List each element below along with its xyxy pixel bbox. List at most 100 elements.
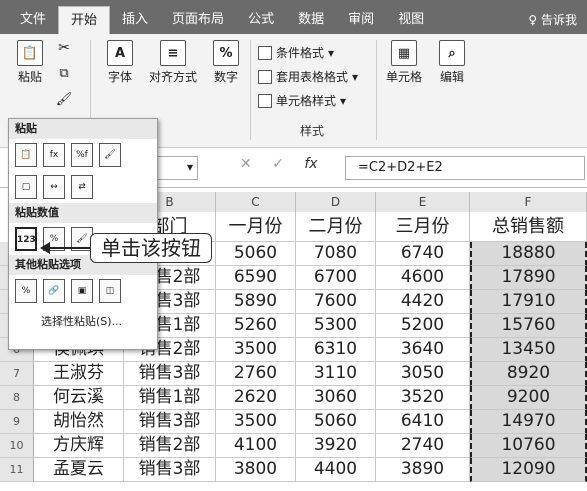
paste-link-icon[interactable]: 🔗 (43, 279, 65, 303)
paste-no-borders-icon[interactable]: ▢ (15, 175, 37, 199)
align-button[interactable]: ≡ 对齐方式 (144, 40, 202, 85)
column-header-e[interactable]: E (376, 192, 470, 212)
table-cell-m3[interactable]: 3520 (376, 386, 470, 410)
number-button[interactable]: % 数字 (206, 40, 246, 85)
table-cell-m3[interactable]: 5200 (376, 314, 470, 338)
table-cell-dept[interactable]: 销售2部 (124, 434, 216, 458)
table-cell-m1[interactable]: 2620 (216, 386, 296, 410)
table-cell-m2[interactable]: 3110 (296, 362, 376, 386)
cell-styles-button[interactable]: 单元格样式 ▾ (258, 92, 346, 109)
paste-icon[interactable]: 📋 (15, 143, 37, 167)
formula-input[interactable]: =C2+D2+E2 (345, 156, 585, 180)
table-cell-m1[interactable]: 5890 (216, 290, 296, 314)
paste-button[interactable]: 📋 粘贴 (10, 40, 50, 85)
table-cell-m1[interactable]: 3500 (216, 410, 296, 434)
cancel-icon[interactable]: ✕ (240, 156, 252, 172)
paste-formulas-number-format-icon[interactable]: %f (71, 143, 93, 167)
table-cell-total[interactable]: 9200 (470, 386, 587, 410)
table-cell-m2[interactable]: 7600 (296, 290, 376, 314)
tab-file[interactable]: 文件 (8, 6, 58, 34)
table-cell-m3[interactable]: 6410 (376, 410, 470, 434)
column-header-f[interactable]: F (470, 192, 587, 212)
format-as-table-button[interactable]: 套用表格格式 ▾ (258, 68, 358, 85)
table-cell-m1[interactable]: 5260 (216, 314, 296, 338)
header-jan[interactable]: 一月份 (216, 212, 296, 242)
table-cell-m1[interactable]: 3800 (216, 458, 296, 482)
paste-keep-column-width-icon[interactable]: ↔ (43, 175, 65, 199)
edit-button[interactable]: ⌕ 编辑 (432, 40, 472, 85)
table-cell-m3[interactable]: 3890 (376, 458, 470, 482)
conditional-format-button[interactable]: 条件格式 ▾ (258, 44, 334, 61)
table-cell-dept[interactable]: 销售3部 (124, 458, 216, 482)
table-cell-dept[interactable]: 销售1部 (124, 386, 216, 410)
header-feb[interactable]: 二月份 (296, 212, 376, 242)
header-total[interactable]: 总销售额 (470, 212, 587, 242)
table-cell-m2[interactable]: 6310 (296, 338, 376, 362)
tab-home[interactable]: 开始 (58, 6, 111, 34)
row-header[interactable]: 10 (0, 434, 34, 458)
table-cell-name[interactable]: 王淑芬 (34, 362, 124, 386)
table-cell-total[interactable]: 18880 (470, 242, 587, 266)
table-cell-m3[interactable]: 4420 (376, 290, 470, 314)
column-header-d[interactable]: D (296, 192, 376, 212)
table-cell-m2[interactable]: 5300 (296, 314, 376, 338)
cut-icon[interactable]: ✂ (52, 40, 76, 56)
table-cell-name[interactable]: 胡怡然 (34, 410, 124, 434)
tab-review[interactable]: 审阅 (336, 6, 386, 34)
paste-special-link[interactable]: 选择性粘贴(S)... (9, 307, 157, 329)
copy-icon[interactable]: ⧉ (52, 66, 76, 81)
table-cell-total[interactable]: 17910 (470, 290, 587, 314)
tab-page-layout[interactable]: 页面布局 (160, 6, 236, 34)
tab-view[interactable]: 视图 (386, 6, 436, 34)
paste-values-icon[interactable]: 123 (15, 227, 37, 251)
table-cell-m2[interactable]: 7080 (296, 242, 376, 266)
table-cell-m2[interactable]: 4400 (296, 458, 376, 482)
table-cell-m3[interactable]: 6740 (376, 242, 470, 266)
paste-picture-icon[interactable]: ▣ (71, 279, 93, 303)
paste-transpose-icon[interactable]: ⇄ (71, 175, 93, 199)
table-cell-total[interactable]: 17890 (470, 266, 587, 290)
table-cell-m3[interactable]: 3050 (376, 362, 470, 386)
format-painter-icon[interactable]: 🖌 (52, 92, 76, 107)
table-cell-m2[interactable]: 5060 (296, 410, 376, 434)
tab-data[interactable]: 数据 (286, 6, 336, 34)
tab-insert[interactable]: 插入 (110, 6, 160, 34)
table-cell-m2[interactable]: 6700 (296, 266, 376, 290)
table-cell-m1[interactable]: 4100 (216, 434, 296, 458)
table-cell-total[interactable]: 10760 (470, 434, 587, 458)
cells-button[interactable]: ▦ 单元格 (382, 40, 426, 85)
table-cell-m2[interactable]: 3920 (296, 434, 376, 458)
table-cell-m3[interactable]: 2740 (376, 434, 470, 458)
table-cell-m2[interactable]: 3060 (296, 386, 376, 410)
table-cell-dept[interactable]: 销售3部 (124, 362, 216, 386)
fx-icon[interactable]: fx (304, 156, 317, 172)
font-button[interactable]: A 字体 (100, 40, 140, 85)
table-cell-m1[interactable]: 6590 (216, 266, 296, 290)
tab-formulas[interactable]: 公式 (236, 6, 286, 34)
table-cell-m1[interactable]: 2760 (216, 362, 296, 386)
table-cell-name[interactable]: 方庆辉 (34, 434, 124, 458)
row-header[interactable]: 8 (0, 386, 34, 410)
table-cell-name[interactable]: 孟夏云 (34, 458, 124, 482)
row-header[interactable]: 7 (0, 362, 34, 386)
tell-me-box[interactable]: ♀ 告诉我 (528, 6, 587, 34)
row-header[interactable]: 9 (0, 410, 34, 434)
table-cell-m3[interactable]: 3640 (376, 338, 470, 362)
paste-formulas-icon[interactable]: fx (43, 143, 65, 167)
paste-linked-picture-icon[interactable]: ◫ (99, 279, 121, 303)
table-cell-total[interactable]: 12090 (470, 458, 587, 482)
table-cell-total[interactable]: 13450 (470, 338, 587, 362)
table-cell-dept[interactable]: 销售3部 (124, 410, 216, 434)
table-cell-m3[interactable]: 4600 (376, 266, 470, 290)
row-header[interactable]: 11 (0, 458, 34, 482)
paste-keep-source-format-icon[interactable]: 🖌 (99, 143, 121, 167)
table-cell-total[interactable]: 14970 (470, 410, 587, 434)
table-cell-total[interactable]: 15760 (470, 314, 587, 338)
column-header-c[interactable]: C (216, 192, 296, 212)
table-cell-total[interactable]: 8920 (470, 362, 587, 386)
table-cell-m1[interactable]: 5060 (216, 242, 296, 266)
header-mar[interactable]: 三月份 (376, 212, 470, 242)
enter-icon[interactable]: ✓ (272, 156, 284, 172)
table-cell-m1[interactable]: 3500 (216, 338, 296, 362)
table-cell-name[interactable]: 何云溪 (34, 386, 124, 410)
